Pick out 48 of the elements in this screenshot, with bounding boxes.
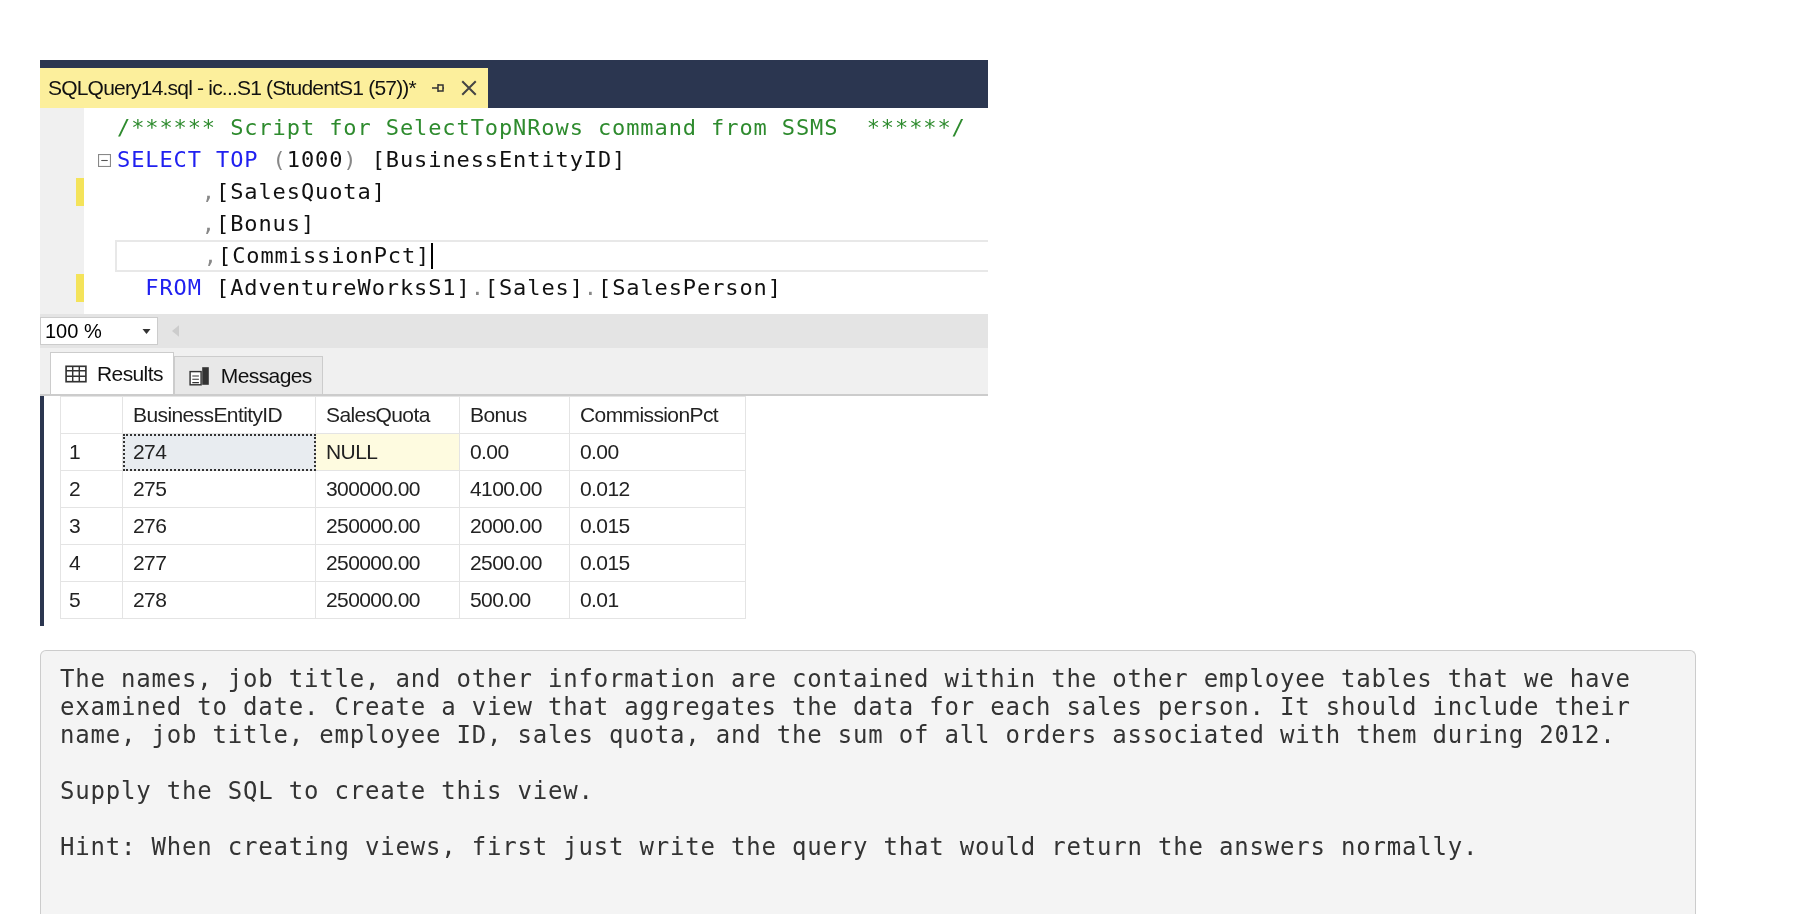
close-icon[interactable] <box>459 79 478 97</box>
column-header[interactable]: CommissionPct <box>569 396 746 434</box>
question-text: Supply the SQL to create this view. <box>60 777 595 805</box>
table-cell[interactable]: 276 <box>122 507 316 545</box>
table-cell[interactable]: 0.00 <box>569 433 746 471</box>
table-cell[interactable]: 500.00 <box>459 581 570 619</box>
code-line: /****** Script for SelectTopNRows command from SSMS ******/ <box>116 114 967 142</box>
table-cell[interactable]: 277 <box>122 544 316 582</box>
table-cell[interactable]: 250000.00 <box>315 544 460 582</box>
code-line: SELECT TOP (1000) [BusinessEntityID] <box>116 146 628 174</box>
code-line: FROM [AdventureWorksS1].[Sales].[SalesPerson] <box>144 274 783 302</box>
table-cell[interactable]: 278 <box>122 581 316 619</box>
row-number: 2 <box>60 470 123 508</box>
column-header[interactable]: Bonus <box>459 396 570 434</box>
table-cell[interactable]: 250000.00 <box>315 507 460 545</box>
table-cell[interactable]: 0.015 <box>569 544 746 582</box>
row-number: 5 <box>60 581 123 619</box>
code-editor[interactable]: /****** Script for SelectTopNRows command from SSMS ******/ SELECT TOP (1000) [BusinessEntityID] ,[SalesQuota] ,[Bonus] ,[CommissionPct] FROM [AdventureWorksS1].[Sales].[SalesPerson] <box>40 108 988 314</box>
row-number: 4 <box>60 544 123 582</box>
column-header[interactable]: BusinessEntityID <box>122 396 316 434</box>
question-text: Hint: When creating views, first just write the query that would return the answers normally. <box>60 833 1480 861</box>
column-header[interactable]: SalesQuota <box>315 396 460 434</box>
row-number: 3 <box>60 507 123 545</box>
zoom-dropdown[interactable]: 100 % <box>40 317 158 345</box>
table-cell[interactable]: 2500.00 <box>459 544 570 582</box>
code-line: ,[CommissionPct] <box>115 240 988 272</box>
results-tab[interactable]: Messages <box>173 356 323 394</box>
table-cell[interactable]: NULL <box>315 433 460 471</box>
table-cell[interactable]: 274 <box>122 433 316 471</box>
results-tab[interactable]: Results <box>50 352 174 394</box>
table-cell[interactable]: 0.015 <box>569 507 746 545</box>
table-cell[interactable]: 250000.00 <box>315 581 460 619</box>
collapse-icon[interactable] <box>97 153 111 167</box>
table-cell[interactable]: 2000.00 <box>459 507 570 545</box>
table-cell[interactable]: 0.012 <box>569 470 746 508</box>
table-cell[interactable]: 300000.00 <box>315 470 460 508</box>
table-cell[interactable]: 0.01 <box>569 581 746 619</box>
row-number: 1 <box>60 433 123 471</box>
grid-icon <box>65 364 87 383</box>
code-line: ,[Bonus] <box>200 210 317 238</box>
dropdown-caret-icon <box>142 328 151 334</box>
table-cell[interactable]: 275 <box>122 470 316 508</box>
code-line: ,[SalesQuota] <box>200 178 387 206</box>
document-tab[interactable]: SQLQuery14.sql - ic...S1 (StudentS1 (57))* <box>40 68 488 108</box>
table-cell[interactable]: 4100.00 <box>459 470 570 508</box>
question-text: The names, job title, and other information are contained within the other employee tables that we have examined to date. Create a view that aggregates the data for each sales person. It should include their name, job title, employee ID, sales quota, and the sum of all orders associated with them during 2012. <box>60 665 1632 749</box>
document-icon <box>188 365 211 386</box>
table-cell[interactable]: 0.00 <box>459 433 570 471</box>
